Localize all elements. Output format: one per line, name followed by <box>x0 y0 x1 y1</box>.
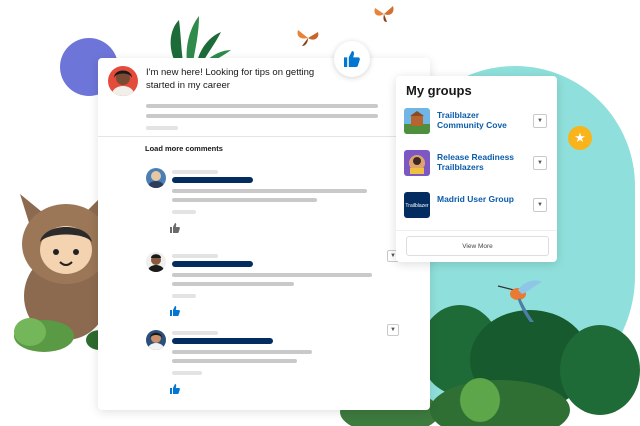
comment-text-placeholder <box>172 350 312 354</box>
group-name-link[interactable]: Release Readiness Trailblazers <box>437 152 527 172</box>
comment-text-placeholder <box>172 273 372 277</box>
group-item[interactable]: Release Readiness Trailblazers ▼ <box>404 150 549 178</box>
hummingbird-icon <box>497 280 542 322</box>
load-more-comments-link[interactable]: Load more comments <box>145 144 223 153</box>
thumbs-up-icon[interactable] <box>170 223 180 233</box>
post-body-text: I'm new here! Looking for tips on gettin… <box>146 67 315 91</box>
feed-post-card: I'm new here! Looking for tips on gettin… <box>98 58 430 410</box>
plant-leaves-decoration <box>170 16 231 62</box>
star-icon: ★ <box>568 126 592 150</box>
butterfly-icon <box>297 30 319 46</box>
view-more-button[interactable]: View More <box>406 236 549 256</box>
group-name-link[interactable]: Madrid User Group <box>437 194 527 204</box>
comment-meta-placeholder <box>172 371 202 375</box>
group-actions-dropdown[interactable]: ▼ <box>533 114 547 128</box>
comment-author-placeholder <box>172 331 218 335</box>
thumbs-up-icon[interactable] <box>170 384 180 394</box>
post-text-placeholder <box>146 104 378 108</box>
commenter-avatar[interactable] <box>146 252 166 272</box>
post-divider <box>98 136 430 137</box>
group-item[interactable]: Trailblazer Madrid User Group ▼ <box>404 192 549 220</box>
like-badge[interactable] <box>334 41 370 77</box>
comment-meta-placeholder <box>172 294 196 298</box>
svg-text:Trailblazer: Trailblazer <box>405 203 428 209</box>
group-thumbnail <box>404 150 430 176</box>
comment-text-placeholder <box>172 198 317 202</box>
comment-name-placeholder <box>172 338 273 344</box>
comment-text-placeholder <box>172 282 294 286</box>
commenter-avatar[interactable] <box>146 168 166 188</box>
author-avatar[interactable] <box>108 66 138 96</box>
group-item[interactable]: Trailblazer Community Cove ▼ <box>404 108 549 136</box>
comment-meta-placeholder <box>172 210 196 214</box>
groups-divider <box>396 230 557 231</box>
group-actions-dropdown[interactable]: ▼ <box>533 156 547 170</box>
thumbs-up-icon[interactable] <box>170 306 180 316</box>
post-text-placeholder <box>146 114 378 118</box>
commenter-avatar[interactable] <box>146 330 166 350</box>
my-groups-card: My groups Trailblazer Community Cove ▼ R… <box>396 76 557 262</box>
group-thumbnail <box>404 108 430 134</box>
group-name-link[interactable]: Trailblazer Community Cove <box>437 110 527 130</box>
comment-text-placeholder <box>172 359 297 363</box>
comment-name-placeholder <box>172 261 253 267</box>
post-meta-placeholder <box>146 126 178 130</box>
group-actions-dropdown[interactable]: ▼ <box>533 198 547 212</box>
groups-title: My groups <box>406 83 472 98</box>
comment-author-placeholder <box>172 254 218 258</box>
comment-author-placeholder <box>172 170 218 174</box>
comment-name-placeholder <box>172 177 253 183</box>
post-header: I'm new here! Looking for tips on gettin… <box>108 66 331 96</box>
butterfly-icon <box>374 6 394 22</box>
comment-text-placeholder <box>172 189 367 193</box>
group-thumbnail: Trailblazer <box>404 192 430 218</box>
comment-actions-dropdown[interactable]: ▼ <box>387 324 399 336</box>
thumbs-up-icon <box>344 51 360 67</box>
